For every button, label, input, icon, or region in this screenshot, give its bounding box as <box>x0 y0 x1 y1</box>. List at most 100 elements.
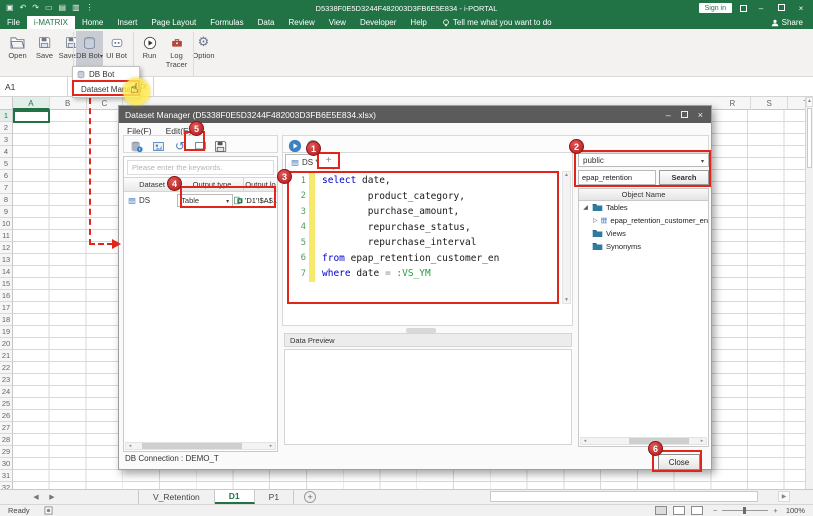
zoom-slider[interactable] <box>722 510 768 511</box>
page-break-view-icon[interactable] <box>691 506 703 515</box>
selected-cell-a1[interactable] <box>13 110 50 123</box>
save-icon[interactable]: ▣ <box>6 0 14 16</box>
open-button[interactable]: Open <box>4 31 31 75</box>
log-tracer-button[interactable]: Log Tracer <box>163 31 190 75</box>
row-header-19[interactable]: 19 <box>0 326 12 338</box>
ribbon-tab-i-matrix[interactable]: i-MATRIX <box>27 16 75 29</box>
horizontal-scrollbar[interactable]: ▶ <box>490 491 790 502</box>
zoom-level[interactable]: 100% <box>786 506 805 515</box>
tree-node-views[interactable]: Views <box>579 227 708 240</box>
collapsed-arrow-icon[interactable]: ▷ <box>593 217 598 224</box>
scroll-right-icon[interactable]: ▶ <box>778 491 790 502</box>
tell-me-box[interactable]: Tell me what you want to do <box>434 16 560 29</box>
run-button[interactable]: Run <box>136 31 163 75</box>
row-header-5[interactable]: 5 <box>0 158 12 170</box>
zoom-out-icon[interactable]: − <box>713 506 717 515</box>
sheet-tab-p1[interactable]: P1 <box>255 490 294 504</box>
ribbon-tab-formulas[interactable]: Formulas <box>203 16 250 29</box>
row-header-16[interactable]: 16 <box>0 290 12 302</box>
qat-customize-icon[interactable]: ⋮ <box>86 0 94 16</box>
keyword-search-input[interactable] <box>127 160 274 175</box>
ribbon-tab-developer[interactable]: Developer <box>353 16 403 29</box>
paste-icon[interactable]: ▤ <box>59 0 67 16</box>
row-header-26[interactable]: 26 <box>0 410 12 422</box>
editor-vscrollbar[interactable]: ▲▼ <box>562 171 571 304</box>
row-header-12[interactable]: 12 <box>0 242 12 254</box>
expanded-arrow-icon[interactable]: ◢ <box>582 204 589 211</box>
row-header-24[interactable]: 24 <box>0 386 12 398</box>
image-icon[interactable] <box>150 138 166 154</box>
row-header-6[interactable]: 6 <box>0 170 12 182</box>
ribbon-display-options-icon[interactable] <box>740 5 747 12</box>
ribbon-tab-page-layout[interactable]: Page Layout <box>144 16 203 29</box>
row-header-22[interactable]: 22 <box>0 362 12 374</box>
dialog-titlebar[interactable]: Dataset Manager (D5338F0E5D3244F482003D3… <box>119 106 711 123</box>
sheet-nav-left-icon[interactable]: ◀ <box>28 490 44 504</box>
dialog-save-icon[interactable] <box>212 138 228 154</box>
row-header-10[interactable]: 10 <box>0 218 12 230</box>
share-button[interactable]: Share <box>771 16 813 29</box>
tree-node-table-item[interactable]: ▷ epap_retention_customer_en <box>579 214 708 227</box>
row-header-20[interactable]: 20 <box>0 338 12 350</box>
right-panel-hscrollbar[interactable]: ◂▸ <box>580 437 707 445</box>
page-layout-view-icon[interactable] <box>673 506 685 515</box>
row-header-13[interactable]: 13 <box>0 254 12 266</box>
row-header-30[interactable]: 30 <box>0 458 12 470</box>
row-header-3[interactable]: 3 <box>0 134 12 146</box>
add-sheet-icon[interactable]: + <box>304 491 316 503</box>
ribbon-tab-file[interactable]: File <box>0 16 27 29</box>
ribbon-tab-insert[interactable]: Insert <box>110 16 144 29</box>
save-button[interactable]: Save <box>31 31 58 75</box>
vertical-scroll-thumb[interactable] <box>807 108 812 168</box>
ribbon-tab-view[interactable]: View <box>322 16 353 29</box>
ribbon-tab-review[interactable]: Review <box>282 16 322 29</box>
row-header-17[interactable]: 17 <box>0 302 12 314</box>
sql-editor[interactable]: 1select date,2 product_category,3 purcha… <box>287 171 559 304</box>
row-header-4[interactable]: 4 <box>0 146 12 158</box>
minimize-button[interactable]: – <box>755 4 767 13</box>
row-header-25[interactable]: 25 <box>0 398 12 410</box>
db-info-icon[interactable] <box>128 138 144 154</box>
select-all-corner[interactable] <box>0 97 13 110</box>
name-box[interactable]: A1 <box>0 77 68 96</box>
vertical-scrollbar[interactable]: ▲ <box>805 97 813 489</box>
option-button[interactable]: ⚙ Option <box>190 31 217 75</box>
row-header-18[interactable]: 18 <box>0 314 12 326</box>
row-header-15[interactable]: 15 <box>0 278 12 290</box>
redo-icon[interactable]: ↷ <box>32 0 39 16</box>
column-header-T[interactable]: T <box>788 97 805 110</box>
row-header-31[interactable]: 31 <box>0 470 12 482</box>
row-header-21[interactable]: 21 <box>0 350 12 362</box>
row-header-27[interactable]: 27 <box>0 422 12 434</box>
row-header-8[interactable]: 8 <box>0 194 12 206</box>
row-header-11[interactable]: 11 <box>0 230 12 242</box>
dialog-close-icon[interactable]: × <box>698 110 703 120</box>
undo-icon[interactable]: ↶ <box>20 0 27 16</box>
scroll-up-icon[interactable]: ▲ <box>806 97 813 107</box>
sheet-nav-right-icon[interactable]: ▶ <box>44 490 60 504</box>
add-dataset-button[interactable]: + <box>326 155 332 166</box>
row-header-7[interactable]: 7 <box>0 182 12 194</box>
row-header-23[interactable]: 23 <box>0 374 12 386</box>
row-header-32[interactable]: 32 <box>0 482 12 489</box>
ribbon-tab-home[interactable]: Home <box>75 16 110 29</box>
sign-in-button[interactable]: Sign in <box>699 3 732 13</box>
macro-record-icon[interactable] <box>44 506 53 515</box>
zoom-in-icon[interactable]: + <box>773 506 777 515</box>
horizontal-scroll-thumb[interactable] <box>490 491 758 502</box>
column-header-R[interactable]: R <box>715 97 752 110</box>
sheet-tab-d1[interactable]: D1 <box>215 490 255 504</box>
zoom-slider-thumb[interactable] <box>743 507 746 514</box>
splitter-handle[interactable] <box>406 328 436 333</box>
formula-input[interactable] <box>154 77 813 96</box>
camera-icon[interactable]: ▭ <box>45 0 53 16</box>
row-header-14[interactable]: 14 <box>0 266 12 278</box>
column-header-B[interactable]: B <box>50 97 87 110</box>
tree-node-tables[interactable]: ◢ Tables <box>579 201 708 214</box>
dialog-minimize-icon[interactable]: – <box>666 110 671 120</box>
ribbon-tab-data[interactable]: Data <box>251 16 282 29</box>
sheet-tab-v_retention[interactable]: V_Retention <box>138 490 215 504</box>
close-button[interactable]: × <box>795 4 807 13</box>
row-header-28[interactable]: 28 <box>0 434 12 446</box>
ribbon-tab-help[interactable]: Help <box>403 16 433 29</box>
